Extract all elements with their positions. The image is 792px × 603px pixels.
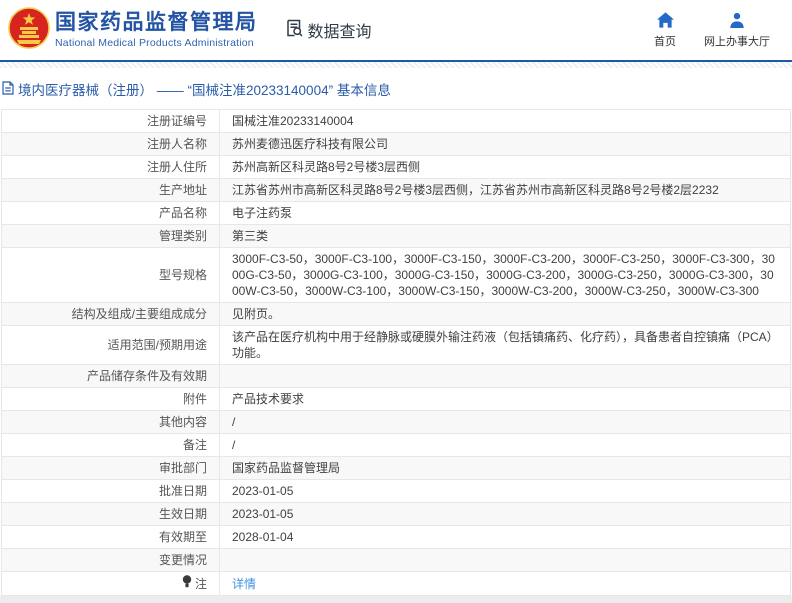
table-row: 注册人名称 苏州麦德迅医疗科技有限公司: [1, 132, 791, 156]
table-row-note: 注 详情: [1, 571, 791, 596]
field-value: 产品技术要求: [219, 387, 791, 411]
note-field-label: 注: [182, 575, 207, 592]
agency-title-block: 国家药品监督管理局 National Medical Products Admi…: [55, 11, 258, 49]
header-nav: 首页 网上办事大厅: [654, 11, 770, 49]
field-label: 生产地址: [1, 178, 220, 202]
agency-name-cn: 国家药品监督管理局: [55, 11, 258, 34]
table-row: 其他内容 /: [1, 410, 791, 434]
header-divider: [0, 60, 792, 68]
field-label: 结构及组成/主要组成成分: [1, 302, 220, 326]
table-row: 注册证编号 国械注准20233140004: [1, 109, 791, 133]
field-label: 注册证编号: [1, 109, 220, 133]
agency-name-en: National Medical Products Administration: [55, 37, 254, 49]
field-value: 国家药品监督管理局: [219, 456, 791, 480]
bulb-icon: [182, 575, 192, 592]
table-row: 型号规格 3000F-C3-50，3000F-C3-100，3000F-C3-1…: [1, 247, 791, 303]
breadcrumb: 境内医疗器械（注册） —— “国械注准20233140004” 基本信息: [0, 68, 792, 109]
details-link[interactable]: 详情: [232, 577, 256, 591]
table-row: 备注 /: [1, 433, 791, 457]
field-label: 型号规格: [1, 247, 220, 303]
field-label: 生效日期: [1, 502, 220, 526]
field-label: 变更情况: [1, 548, 220, 572]
person-icon: [729, 12, 745, 36]
field-value: 苏州麦德迅医疗科技有限公司: [219, 132, 791, 156]
table-row: 适用范围/预期用途 该产品在医疗机构中用于经静脉或硬膜外输注药液（包括镇痛药、化…: [1, 325, 791, 365]
table-row: 审批部门 国家药品监督管理局: [1, 456, 791, 480]
field-label: 备注: [1, 433, 220, 457]
field-value: [219, 364, 791, 388]
field-value: 苏州高新区科灵路8号2号楼3层西侧: [219, 155, 791, 179]
field-label: 产品名称: [1, 201, 220, 225]
field-label: 适用范围/预期用途: [1, 325, 220, 365]
document-search-icon: [284, 18, 308, 43]
table-row: 变更情况: [1, 548, 791, 572]
nav-home[interactable]: 首页: [654, 11, 676, 49]
registration-info-table: 注册证编号 国械注准20233140004 注册人名称 苏州麦德迅医疗科技有限公…: [1, 109, 791, 596]
field-label: 注册人住所: [1, 155, 220, 179]
table-row: 生产地址 江苏省苏州市高新区科灵路8号2号楼3层西侧，江苏省苏州市高新区科灵路8…: [1, 178, 791, 202]
field-label: 批准日期: [1, 479, 220, 503]
table-row: 产品名称 电子注药泵: [1, 201, 791, 225]
field-label: 其他内容: [1, 410, 220, 434]
field-value: 电子注药泵: [219, 201, 791, 225]
table-row: 生效日期 2023-01-05: [1, 502, 791, 526]
field-value: 第三类: [219, 224, 791, 248]
table-row: 结构及组成/主要组成成分 见附页。: [1, 302, 791, 326]
field-label: 有效期至: [1, 525, 220, 549]
home-icon: [656, 11, 674, 36]
nav-online-hall[interactable]: 网上办事大厅: [704, 12, 770, 49]
data-query-tab[interactable]: 数据查询: [284, 18, 372, 43]
nav-home-label: 首页: [654, 35, 676, 48]
field-label: 审批部门: [1, 456, 220, 480]
table-row: 产品储存条件及有效期: [1, 364, 791, 388]
field-value: 江苏省苏州市高新区科灵路8号2号楼3层西侧，江苏省苏州市高新区科灵路8号2号楼2…: [219, 178, 791, 202]
field-value: 2023-01-05: [219, 502, 791, 526]
field-value: 国械注准20233140004: [219, 109, 791, 133]
table-row: 注册人住所 苏州高新区科灵路8号2号楼3层西侧: [1, 155, 791, 179]
field-label: 管理类别: [1, 224, 220, 248]
document-icon: [2, 80, 14, 98]
field-label: 产品储存条件及有效期: [1, 364, 220, 388]
field-value: 该产品在医疗机构中用于经静脉或硬膜外输注药液（包括镇痛药、化疗药），具备患者自控…: [219, 325, 791, 365]
footer-strip: [0, 596, 792, 603]
breadcrumb-text: 境内医疗器械（注册） —— “国械注准20233140004” 基本信息: [18, 83, 391, 98]
table-row: 附件 产品技术要求: [1, 387, 791, 411]
nav-online-hall-label: 网上办事大厅: [704, 35, 770, 48]
field-value: 2023-01-05: [219, 479, 791, 503]
field-label: 注册人名称: [1, 132, 220, 156]
field-value: 3000F-C3-50，3000F-C3-100，3000F-C3-150，30…: [219, 247, 791, 303]
table-row: 有效期至 2028-01-04: [1, 525, 791, 549]
field-value: 见附页。: [219, 302, 791, 326]
field-value: /: [219, 410, 791, 434]
field-label: 附件: [1, 387, 220, 411]
field-value: [219, 548, 791, 572]
table-row: 批准日期 2023-01-05: [1, 479, 791, 503]
data-query-label: 数据查询: [307, 24, 372, 41]
field-value: 2028-01-04: [219, 525, 791, 549]
nmpa-emblem-logo: [8, 6, 50, 54]
header: 国家药品监督管理局 National Medical Products Admi…: [0, 0, 792, 60]
field-value: /: [219, 433, 791, 457]
table-row: 管理类别 第三类: [1, 224, 791, 248]
